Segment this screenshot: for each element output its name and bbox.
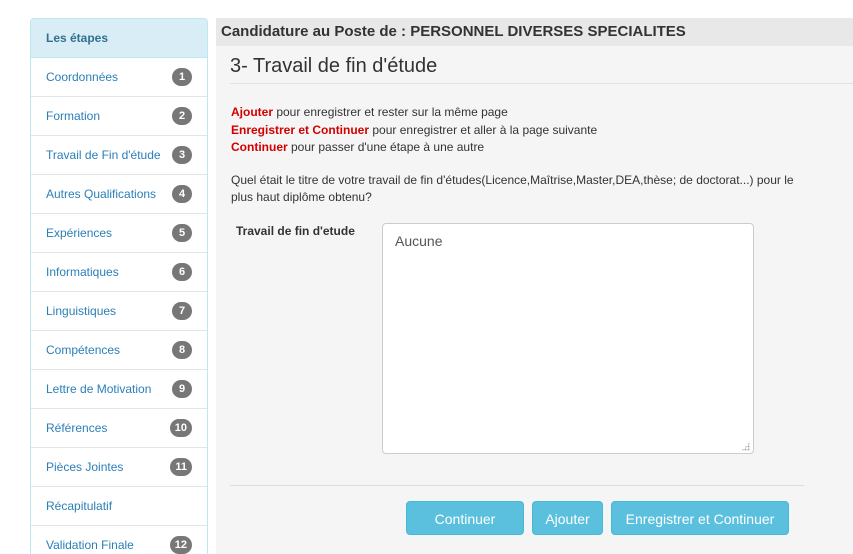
step-number-badge: 12: [169, 536, 192, 554]
sidebar-item-label: Lettre de Motivation: [46, 382, 152, 396]
sidebar-item[interactable]: Récapitulatif: [31, 487, 207, 526]
page-title: Candidature au Poste de : PERSONNEL DIVE…: [216, 18, 853, 46]
ajouter-button[interactable]: Ajouter: [532, 501, 603, 535]
sidebar-item-label: Coordonnées: [46, 70, 119, 84]
step-number-badge: 6: [172, 263, 192, 281]
step-number-badge: 1: [172, 68, 192, 86]
instruction-keyword: Enregistrer et Continuer: [231, 122, 370, 137]
sidebar-item-label: Autres Qualifications: [46, 187, 157, 201]
step-number-badge: 11: [170, 458, 192, 476]
enregistrer-continuer-button[interactable]: Enregistrer et Continuer: [611, 501, 789, 535]
sidebar-item[interactable]: Autres Qualifications 4: [31, 175, 207, 214]
thesis-title-label: Travail de fin d'etude: [236, 224, 355, 238]
sidebar-item-label: Travail de Fin d'étude: [46, 148, 161, 162]
instruction-text: pour enregistrer et aller à la page suiv…: [369, 122, 598, 137]
instructions: Ajouter pour enregistrer et rester sur l…: [231, 104, 597, 157]
sidebar-item[interactable]: Validation Finale 12: [31, 526, 207, 554]
sidebar-item[interactable]: Formation 2: [31, 97, 207, 136]
sidebar-item[interactable]: Travail de Fin d'étude 3: [31, 136, 207, 175]
step-number-badge: 7: [172, 302, 192, 320]
step-number-badge: 9: [172, 380, 192, 398]
sidebar-item-label: Références: [46, 421, 108, 435]
question-text: Quel était le titre de votre travail de …: [231, 173, 794, 204]
sidebar-items: Coordonnées 1 Formation 2 Travail de Fin d'é…: [31, 58, 207, 554]
instruction-text: pour enregistrer et rester sur la même p…: [273, 105, 508, 119]
sidebar-item-label: Compétences: [46, 343, 121, 357]
sidebar-item[interactable]: Expériences 5: [31, 214, 207, 253]
sidebar-item-label: Informatiques: [46, 265, 119, 279]
continuer-button[interactable]: Continuer: [406, 501, 524, 535]
sidebar-header: Les étapes: [31, 19, 207, 58]
sidebar-item-label: Récapitulatif: [46, 499, 113, 513]
instruction-line-ajouter: Ajouter pour enregistrer et rester sur l…: [231, 104, 597, 122]
sidebar-item-label: Formation: [46, 109, 101, 123]
sidebar-item[interactable]: Pièces Jointes 11: [31, 448, 207, 487]
step-number-badge: 4: [172, 185, 192, 203]
sidebar-item-label: Expériences: [46, 226, 113, 240]
step-number-badge: 10: [169, 419, 192, 437]
sidebar-item[interactable]: Informatiques 6: [31, 253, 207, 292]
step-number-badge: 8: [172, 341, 192, 359]
form-divider: [230, 485, 804, 486]
steps-sidebar: Les étapes Coordonnées 1 Formation 2 Travail…: [30, 18, 208, 554]
step-number-badge: 3: [172, 146, 192, 164]
step-number-badge: 5: [172, 224, 192, 242]
main-panel: Candidature au Poste de : PERSONNEL DIVE…: [216, 18, 853, 554]
step-number-badge: 2: [172, 107, 192, 125]
page: Les étapes Coordonnées 1 Formation 2 Travail…: [0, 0, 853, 554]
instruction-text: pour passer d'une étape à une autre: [287, 140, 485, 154]
sidebar-item[interactable]: Compétences 8: [31, 331, 207, 370]
sidebar-item[interactable]: Références 10: [31, 409, 207, 448]
step-title: 3- Travail de fin d'étude: [230, 46, 853, 84]
instruction-line-continuer: Continuer pour passer d'une étape à une …: [231, 139, 597, 157]
thesis-title-textarea[interactable]: Aucune: [382, 223, 754, 454]
sidebar-item[interactable]: Coordonnées 1: [31, 58, 207, 97]
sidebar-item-label: Linguistiques: [46, 304, 117, 318]
sidebar-item[interactable]: Linguistiques 7: [31, 292, 207, 331]
sidebar-item-label: Validation Finale: [46, 538, 134, 552]
instruction-line-enregistrer: Enregistrer et Continuer pour enregistre…: [231, 122, 597, 140]
sidebar-item[interactable]: Lettre de Motivation 9: [31, 370, 207, 409]
instruction-keyword: Continuer: [231, 140, 288, 154]
sidebar-item-label: Pièces Jointes: [46, 460, 124, 474]
instruction-keyword: Ajouter: [231, 105, 273, 119]
